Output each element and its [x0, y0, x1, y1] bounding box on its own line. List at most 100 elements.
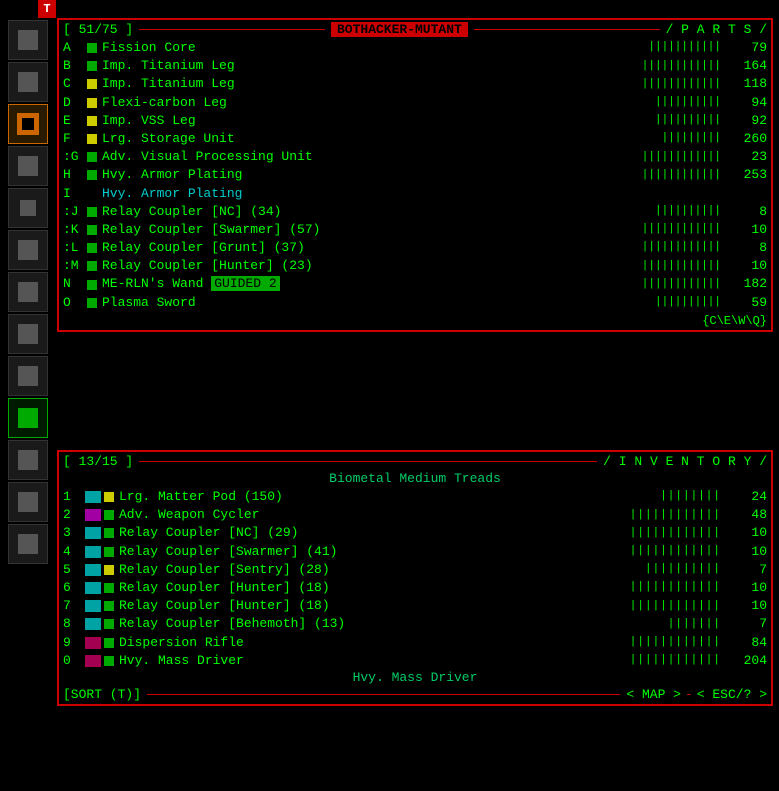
parts-row-3[interactable]: DFlexi-carbon Leg||||||||||94	[63, 94, 767, 112]
parts-row-11[interactable]: :LRelay Coupler [Grunt] (37)||||||||||||…	[63, 239, 767, 257]
parts-bars-9: ||||||||||	[655, 204, 721, 219]
inv-bars-1: ||||||||||||	[630, 508, 721, 523]
t-icon: T	[38, 0, 56, 18]
parts-row-1[interactable]: BImp. Titanium Leg||||||||||||164	[63, 57, 767, 75]
sort-button[interactable]: [SORT (T)]	[63, 687, 141, 702]
inventory-count: [ 13/15 ]	[63, 454, 133, 469]
parts-row-12[interactable]: :MRelay Coupler [Hunter] (23)|||||||||||…	[63, 257, 767, 275]
inventory-right-label: / I N V E N T O R Y /	[603, 454, 767, 469]
sidebar-item-4[interactable]	[8, 146, 48, 186]
inv-name-4: Relay Coupler [Sentry] (28)	[119, 561, 645, 579]
sidebar-item-3[interactable]	[8, 104, 48, 144]
inv-bars-8: ||||||||||||	[630, 635, 721, 650]
parts-bars-2: ||||||||||||	[642, 77, 721, 92]
parts-row-4[interactable]: EImp. VSS Leg||||||||||92	[63, 112, 767, 130]
sidebar	[0, 18, 56, 791]
sidebar-item-13[interactable]	[8, 524, 48, 564]
inv-bars-4: ||||||||||	[645, 562, 721, 577]
sidebar-item-11[interactable]	[8, 440, 48, 480]
sidebar-item-2[interactable]	[8, 62, 48, 102]
parts-row-10[interactable]: :KRelay Coupler [Swarmer] (57)||||||||||…	[63, 221, 767, 239]
parts-name-12: Relay Coupler [Hunter] (23)	[102, 257, 642, 275]
parts-row-13[interactable]: NME-RLN's Wand GUIDED 2||||||||||||182	[63, 275, 767, 293]
parts-row-0[interactable]: AFission Core|||||||||||79	[63, 39, 767, 57]
parts-color-4	[87, 116, 97, 126]
parts-row-7[interactable]: HHvy. Armor Plating||||||||||||253	[63, 166, 767, 184]
parts-value-5: 260	[727, 130, 767, 148]
inv-row-8[interactable]: 9Dispersion Rifle||||||||||||84	[63, 634, 767, 652]
parts-bars-7: ||||||||||||	[642, 168, 721, 183]
inv-row-5[interactable]: 6Relay Coupler [Hunter] (18)||||||||||||…	[63, 579, 767, 597]
inv-row-1[interactable]: 2Adv. Weapon Cycler||||||||||||48	[63, 506, 767, 524]
screen: T [ 51/75 ] BOTHACKER-MUTANT / P A R T	[0, 0, 779, 791]
parts-value-1: 164	[727, 57, 767, 75]
inv-color-9	[104, 656, 114, 666]
inv-name-6: Relay Coupler [Hunter] (18)	[119, 597, 630, 615]
inv-value-5: 10	[727, 579, 767, 597]
sidebar-item-7[interactable]	[8, 272, 48, 312]
parts-row-5[interactable]: FLrg. Storage Unit|||||||||260	[63, 130, 767, 148]
inv-row-4[interactable]: 5Relay Coupler [Sentry] (28)||||||||||7	[63, 561, 767, 579]
parts-key-6: :G	[63, 148, 87, 166]
parts-name-13: ME-RLN's Wand GUIDED 2	[102, 275, 642, 293]
inv-color-7	[104, 619, 114, 629]
parts-value-11: 8	[727, 239, 767, 257]
parts-bars-13: ||||||||||||	[642, 277, 721, 292]
parts-key-8: I	[63, 185, 87, 203]
inv-bars-9: ||||||||||||	[630, 653, 721, 668]
inv-value-0: 24	[727, 488, 767, 506]
inventory-footer: [SORT (T)] < MAP > - < ESC/? >	[63, 687, 767, 702]
inv-color-6	[104, 601, 114, 611]
inv-color-4	[104, 565, 114, 575]
inv-icon-4	[85, 564, 101, 576]
parts-row-2[interactable]: CImp. Titanium Leg||||||||||||118	[63, 75, 767, 93]
parts-value-6: 23	[727, 148, 767, 166]
inv-color-3	[104, 547, 114, 557]
parts-bars-5: |||||||||	[662, 131, 721, 146]
sidebar-item-8[interactable]	[8, 314, 48, 354]
sidebar-item-5[interactable]	[8, 188, 48, 228]
inv-color-0	[104, 492, 114, 502]
sidebar-item-9[interactable]	[8, 356, 48, 396]
parts-value-14: 59	[727, 294, 767, 312]
inv-row-0[interactable]: 1Lrg. Matter Pod (150)||||||||24	[63, 488, 767, 506]
inv-key-3: 4	[63, 543, 85, 561]
inv-value-2: 10	[727, 524, 767, 542]
parts-color-7	[87, 170, 97, 180]
parts-row-6[interactable]: :GAdv. Visual Processing Unit|||||||||||…	[63, 148, 767, 166]
parts-row-14[interactable]: OPlasma Sword||||||||||59	[63, 294, 767, 312]
inv-name-8: Dispersion Rifle	[119, 634, 630, 652]
inv-bars-2: ||||||||||||	[630, 526, 721, 541]
inventory-panel: [ 13/15 ] / I N V E N T O R Y / Biometal…	[57, 450, 773, 706]
inv-row-9[interactable]: 0Hvy. Mass Driver||||||||||||204	[63, 652, 767, 670]
map-button[interactable]: < MAP >	[626, 687, 681, 702]
inv-row-2[interactable]: 3Relay Coupler [NC] (29)||||||||||||10	[63, 524, 767, 542]
parts-color-14	[87, 298, 97, 308]
parts-bars-10: ||||||||||||	[642, 222, 721, 237]
parts-row-9[interactable]: :JRelay Coupler [NC] (34)||||||||||8	[63, 203, 767, 221]
parts-key-2: C	[63, 75, 87, 93]
inv-row-6[interactable]: 7Relay Coupler [Hunter] (18)||||||||||||…	[63, 597, 767, 615]
inv-bars-0: ||||||||	[660, 489, 721, 504]
inv-row-7[interactable]: 8Relay Coupler [Behemoth] (13)|||||||7	[63, 615, 767, 633]
inv-key-1: 2	[63, 506, 85, 524]
sidebar-item-10[interactable]	[8, 398, 48, 438]
inv-name-2: Relay Coupler [NC] (29)	[119, 524, 630, 542]
inv-row-3[interactable]: 4Relay Coupler [Swarmer] (41)|||||||||||…	[63, 543, 767, 561]
parts-right-label: / P A R T S /	[666, 22, 767, 37]
sidebar-item-12[interactable]	[8, 482, 48, 522]
parts-name-3: Flexi-carbon Leg	[102, 94, 655, 112]
sidebar-item-1[interactable]	[8, 20, 48, 60]
inv-color-8	[104, 638, 114, 648]
parts-key-9: :J	[63, 203, 87, 221]
parts-panel: [ 51/75 ] BOTHACKER-MUTANT / P A R T S /…	[57, 18, 773, 332]
parts-key-12: :M	[63, 257, 87, 275]
parts-name-4: Imp. VSS Leg	[102, 112, 655, 130]
inv-key-5: 6	[63, 579, 85, 597]
parts-list: AFission Core|||||||||||79BImp. Titanium…	[63, 39, 767, 312]
parts-key-0: A	[63, 39, 87, 57]
parts-row-8[interactable]: IHvy. Armor Plating	[63, 185, 767, 203]
inv-key-4: 5	[63, 561, 85, 579]
esc-button[interactable]: < ESC/? >	[697, 687, 767, 702]
sidebar-item-6[interactable]	[8, 230, 48, 270]
